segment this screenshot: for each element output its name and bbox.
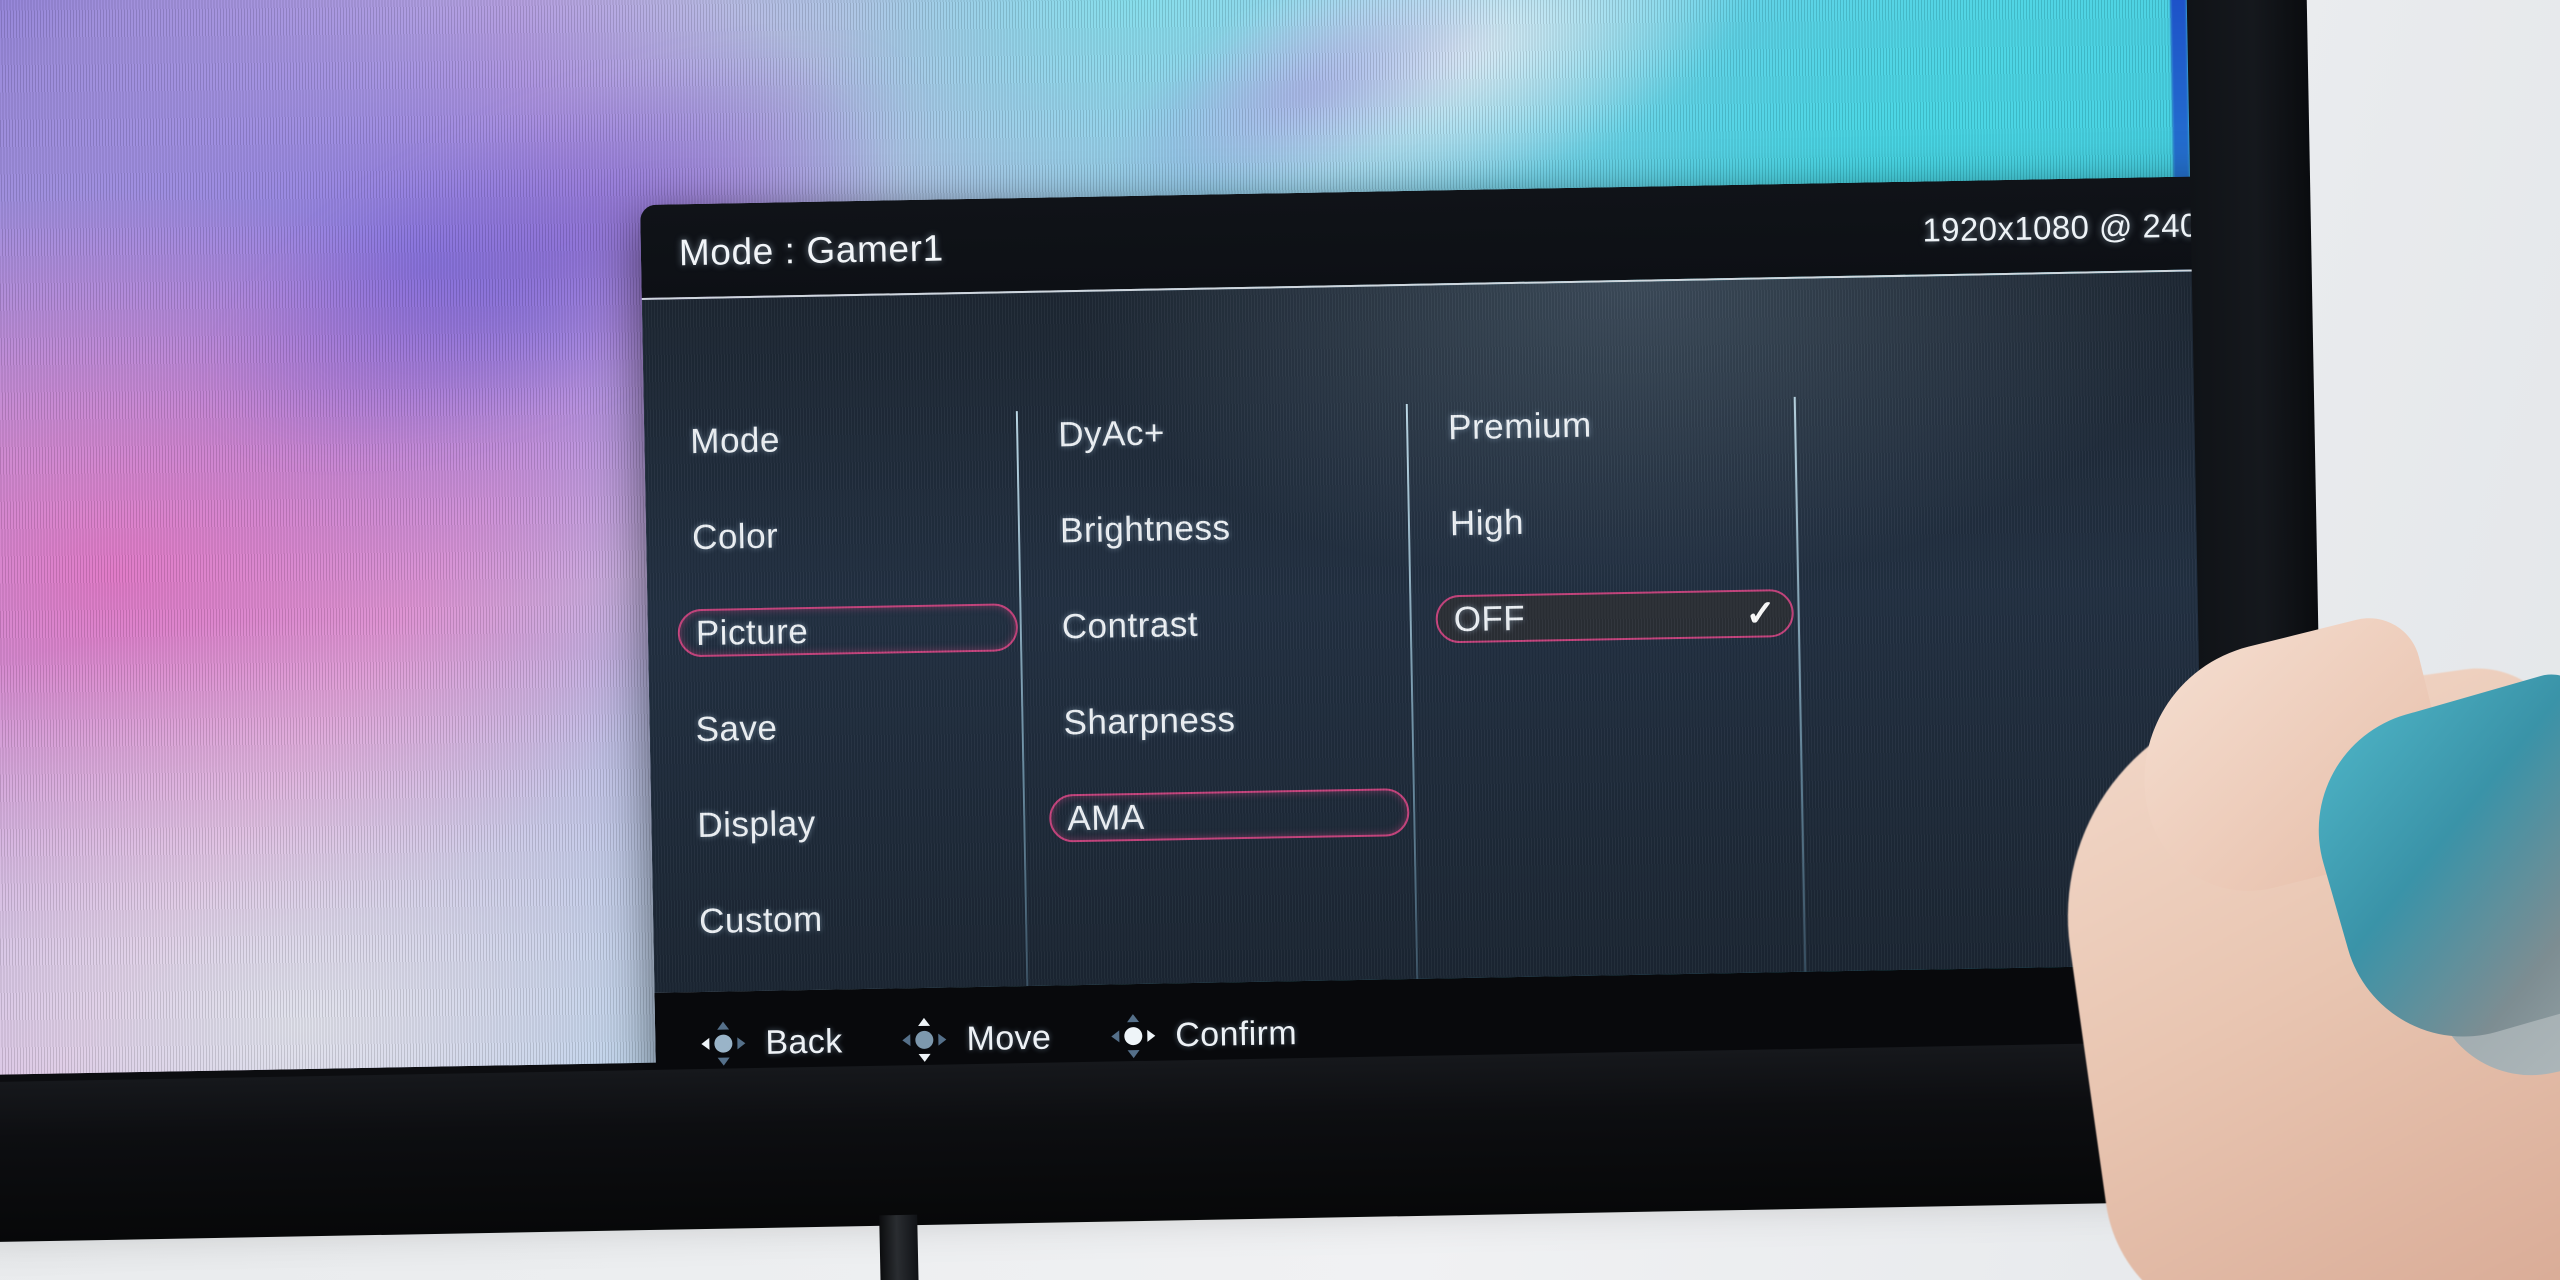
- screenshot-scene: Mode : Gamer1 1920x1080 @ 240 Mode Color…: [0, 0, 2560, 1280]
- menu-item-label: AMA: [1066, 797, 1146, 838]
- menu-item-label: Brightness: [1059, 507, 1231, 550]
- osd-body: Mode Color Picture Save Display Custom D…: [641, 270, 2255, 1037]
- column-divider-2: [1405, 403, 1419, 1009]
- menu-item-color[interactable]: Color: [676, 507, 1017, 561]
- menu-item-label: Color: [691, 516, 779, 557]
- footer-action-confirm[interactable]: Confirm: [1111, 1011, 1298, 1059]
- menu-item-label: Display: [697, 803, 816, 845]
- option-item-off[interactable]: OFF ✓: [1435, 588, 1795, 644]
- menu-item-save[interactable]: Save: [679, 699, 1020, 753]
- osd-menu: Mode : Gamer1 1920x1080 @ 240 Mode Color…: [640, 175, 2257, 1095]
- dpad-updown-icon: [902, 1017, 947, 1063]
- option-item-premium[interactable]: Premium: [1432, 397, 1791, 452]
- osd-resolution-label: 1920x1080 @ 240: [1922, 206, 2199, 249]
- monitor-stand-neck: [879, 1214, 919, 1280]
- column-divider-3: [1793, 396, 1807, 1002]
- menu-item-dyac-plus[interactable]: DyAc+: [1042, 404, 1403, 459]
- osd-column-level2: DyAc+ Brightness Contrast Sharpness AMA: [1042, 404, 1411, 891]
- menu-item-custom[interactable]: Custom: [683, 891, 1024, 945]
- menu-item-ama[interactable]: AMA: [1048, 788, 1410, 843]
- menu-item-label: DyAc+: [1057, 412, 1166, 454]
- menu-item-mode[interactable]: Mode: [674, 411, 1015, 465]
- check-icon: ✓: [1745, 592, 1777, 634]
- dpad-left-icon: [701, 1021, 746, 1066]
- menu-item-contrast[interactable]: Contrast: [1045, 596, 1406, 651]
- footer-action-label: Confirm: [1174, 1013, 1298, 1054]
- option-item-high[interactable]: High: [1434, 493, 1793, 548]
- menu-item-label: Picture: [695, 611, 809, 653]
- option-item-label: High: [1449, 502, 1525, 543]
- footer-action-back[interactable]: Back: [701, 1019, 843, 1066]
- menu-item-sharpness[interactable]: Sharpness: [1047, 692, 1408, 747]
- osd-column-level3: Premium High OFF ✓: [1432, 397, 1795, 692]
- option-item-label: OFF: [1453, 598, 1526, 639]
- dpad-right-icon: [1111, 1013, 1156, 1059]
- footer-action-label: Back: [765, 1021, 843, 1062]
- option-item-label: Premium: [1447, 405, 1593, 447]
- menu-item-label: Custom: [698, 899, 824, 941]
- menu-item-label: Sharpness: [1063, 699, 1236, 742]
- footer-action-label: Move: [966, 1018, 1052, 1058]
- menu-item-display[interactable]: Display: [681, 795, 1022, 849]
- menu-item-label: Mode: [689, 419, 781, 461]
- menu-item-brightness[interactable]: Brightness: [1044, 500, 1405, 555]
- footer-action-move[interactable]: Move: [902, 1016, 1052, 1063]
- menu-item-label: Save: [695, 708, 778, 749]
- osd-mode-title: Mode : Gamer1: [678, 227, 945, 274]
- menu-item-label: Contrast: [1061, 604, 1199, 646]
- menu-item-picture[interactable]: Picture: [677, 603, 1019, 658]
